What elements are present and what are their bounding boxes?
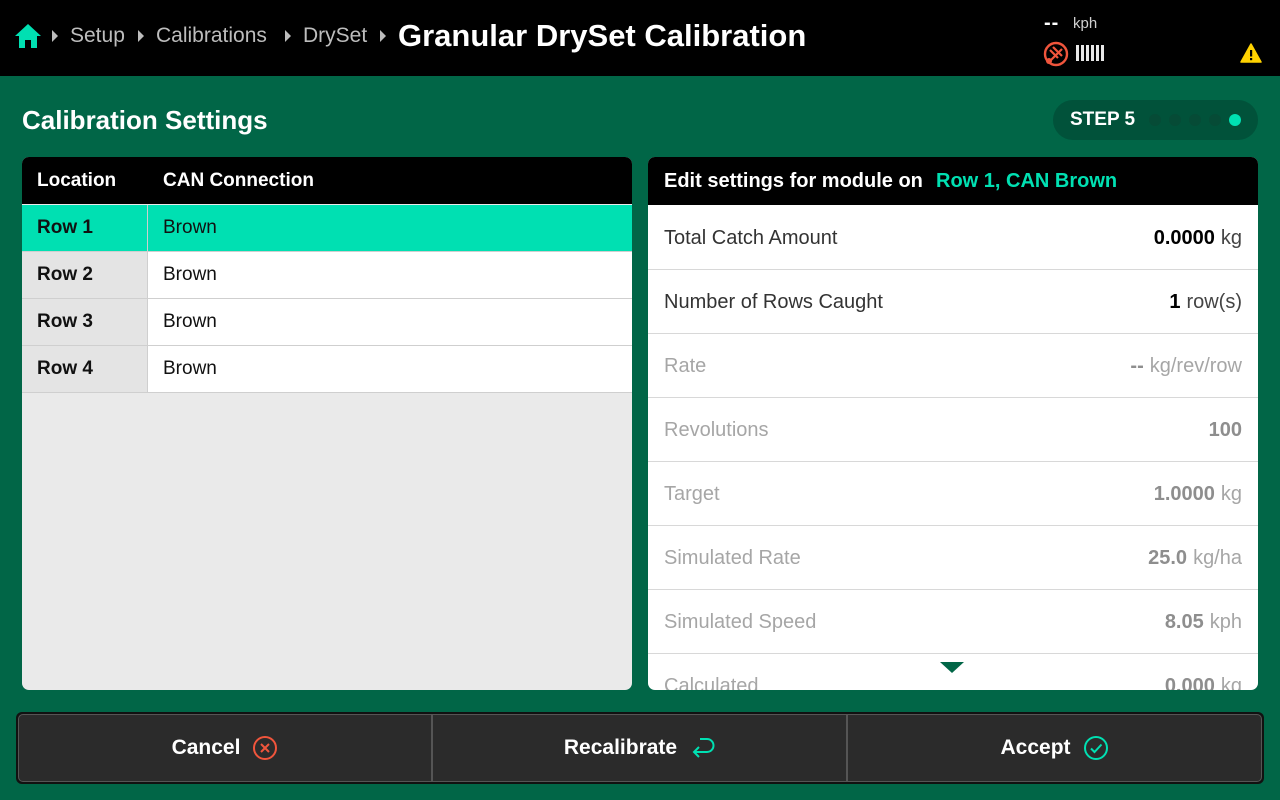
setting-value: 0.000 bbox=[1164, 675, 1215, 690]
settings-panel-title: Edit settings for module on bbox=[664, 170, 923, 192]
setting-value: 0.0000 bbox=[1153, 227, 1215, 249]
setting-total-catch-amount[interactable]: Total Catch Amount 0.0000 kg bbox=[648, 206, 1258, 270]
cancel-button[interactable]: Cancel bbox=[18, 714, 432, 782]
setting-unit: kph bbox=[1209, 611, 1242, 633]
setting-label: Simulated Rate bbox=[664, 547, 801, 569]
warning-icon[interactable] bbox=[1240, 43, 1262, 63]
setting-label: Target bbox=[664, 483, 720, 505]
setting-unit: kg bbox=[1220, 675, 1242, 690]
column-header-location: Location bbox=[37, 170, 117, 191]
row-location: Row 4 bbox=[37, 358, 93, 379]
setting-unit: kg/ha bbox=[1193, 547, 1242, 569]
speed-value: -- bbox=[1044, 12, 1060, 34]
setting-value: 100 bbox=[1208, 419, 1242, 441]
step-dot bbox=[1189, 114, 1201, 126]
recalibrate-button-label: Recalibrate bbox=[563, 736, 678, 759]
accept-button[interactable]: Accept bbox=[847, 714, 1262, 782]
setting-value: 8.05 bbox=[1164, 611, 1204, 633]
module-table: Location CAN Connection Row 1 Brown Row … bbox=[22, 157, 632, 690]
accept-check-icon bbox=[1083, 736, 1108, 760]
step-label: STEP 5 bbox=[1070, 109, 1136, 130]
setting-number-of-rows-caught[interactable]: Number of Rows Caught 1 row(s) bbox=[648, 270, 1258, 334]
step-progress-dots bbox=[1149, 114, 1241, 126]
step-dot bbox=[1149, 114, 1161, 126]
recalibrate-icon bbox=[692, 738, 715, 758]
setting-label: Calculated bbox=[664, 675, 759, 690]
setting-unit: kg/rev/row bbox=[1149, 355, 1242, 377]
setting-value: -- bbox=[1130, 355, 1144, 377]
table-row-row-4[interactable]: Row 4 Brown bbox=[22, 346, 632, 393]
table-row-row-1[interactable]: Row 1 Brown bbox=[22, 205, 632, 252]
step-dot bbox=[1209, 114, 1221, 126]
setting-label: Number of Rows Caught bbox=[664, 291, 883, 313]
setting-value: 1 bbox=[1169, 291, 1181, 313]
setting-unit: kg bbox=[1220, 483, 1242, 505]
table-row-row-2[interactable]: Row 2 Brown bbox=[22, 252, 632, 299]
gps-signal-lost-icon bbox=[1043, 41, 1069, 67]
step-dot bbox=[1169, 114, 1181, 126]
setting-label: Simulated Speed bbox=[664, 611, 817, 633]
row-location: Row 1 bbox=[37, 217, 93, 238]
row-location: Row 2 bbox=[37, 264, 93, 285]
breadcrumb-calibrations[interactable]: Calibrations bbox=[156, 24, 267, 48]
setting-simulated-speed: Simulated Speed 8.05 kph bbox=[648, 590, 1258, 654]
top-bar: Setup Calibrations DrySet Granular DrySe… bbox=[0, 0, 1280, 76]
setting-value: 1.0000 bbox=[1153, 483, 1215, 505]
setting-unit: kg bbox=[1220, 227, 1242, 249]
settings-panel-module: Row 1, CAN Brown bbox=[936, 170, 1118, 192]
setting-value: 25.0 bbox=[1148, 547, 1188, 569]
breadcrumb-separator-icon bbox=[52, 30, 58, 42]
row-can-connection: Brown bbox=[163, 311, 217, 332]
setting-label: Total Catch Amount bbox=[664, 227, 838, 249]
table-header: Location CAN Connection bbox=[22, 157, 632, 204]
table-row-row-3[interactable]: Row 3 Brown bbox=[22, 299, 632, 346]
column-header-can-connection: CAN Connection bbox=[163, 170, 314, 191]
setting-revolutions: Revolutions 100 bbox=[648, 398, 1258, 462]
recalibrate-button[interactable]: Recalibrate bbox=[432, 714, 847, 782]
section-title: Calibration Settings bbox=[22, 105, 268, 135]
speed-unit: kph bbox=[1073, 15, 1098, 32]
step-indicator: STEP 5 bbox=[1053, 100, 1258, 140]
home-icon[interactable] bbox=[14, 23, 42, 49]
breadcrumb-separator-icon bbox=[138, 30, 144, 42]
row-can-connection: Brown bbox=[163, 217, 217, 238]
row-location: Row 3 bbox=[37, 311, 93, 332]
scroll-down-icon[interactable] bbox=[940, 662, 964, 673]
step-dot-current bbox=[1229, 114, 1241, 126]
setting-simulated-rate: Simulated Rate 25.0 kg/ha bbox=[648, 526, 1258, 590]
breadcrumb-dryset[interactable]: DrySet bbox=[303, 24, 367, 48]
setting-label: Revolutions bbox=[664, 419, 769, 441]
row-can-connection: Brown bbox=[163, 358, 217, 379]
setting-label: Rate bbox=[664, 355, 707, 377]
setting-rate: Rate -- kg/rev/row bbox=[648, 334, 1258, 398]
settings-panel-header: Edit settings for module on Row 1, CAN B… bbox=[648, 157, 1258, 205]
breadcrumb-setup[interactable]: Setup bbox=[70, 24, 125, 48]
cancel-icon bbox=[253, 736, 278, 760]
signal-strength-icon bbox=[1076, 45, 1104, 61]
accept-button-label: Accept bbox=[1000, 736, 1071, 759]
setting-unit: row(s) bbox=[1186, 291, 1242, 313]
setting-target: Target 1.0000 kg bbox=[648, 462, 1258, 526]
breadcrumb-separator-icon bbox=[380, 30, 386, 42]
row-can-connection: Brown bbox=[163, 264, 217, 285]
settings-panel: Edit settings for module on Row 1, CAN B… bbox=[648, 157, 1258, 690]
cancel-button-label: Cancel bbox=[171, 736, 241, 759]
breadcrumb-separator-icon bbox=[285, 30, 291, 42]
page-title: Granular DrySet Calibration bbox=[398, 18, 807, 53]
